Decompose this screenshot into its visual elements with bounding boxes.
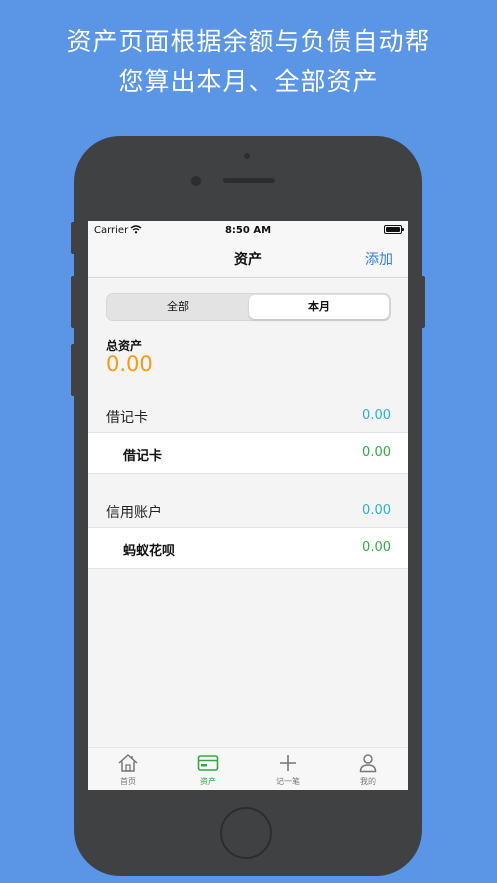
phone-front-camera [191,176,201,186]
tab-assets[interactable]: 资产 [168,748,248,790]
tab-profile[interactable]: 我的 [328,748,408,790]
account-row-debit-card[interactable]: 借记卡 0.00 [88,432,408,474]
tab-label: 记一笔 [276,777,300,786]
nav-bar: 资产 添加 [88,241,408,278]
segment-this-month[interactable]: 本月 [249,295,389,319]
status-bar: Carrier 8:50 AM [88,221,408,241]
section-title: 信用账户 [106,505,162,521]
tab-record[interactable]: 记一笔 [248,748,328,790]
status-time: 8:50 AM [224,225,272,236]
phone-sensor [244,153,250,159]
tab-label: 我的 [360,777,376,786]
period-segmented-control: 全部 本月 [106,293,391,321]
page-title: 资产 [234,252,262,268]
tab-label: 首页 [120,777,136,786]
phone-speaker [223,178,275,183]
promo-headline-line2: 您算出本月、全部资产 [118,67,379,96]
section-amount: 0.00 [362,408,391,423]
home-icon [118,754,138,772]
person-icon [359,754,377,773]
tab-home[interactable]: 首页 [88,748,168,790]
card-icon [197,755,219,771]
segment-all[interactable]: 全部 [108,295,248,319]
phone-home-button[interactable] [220,807,272,859]
account-name: 借记卡 [123,449,163,464]
add-button[interactable]: 添加 [365,249,393,269]
section-amount: 0.00 [362,503,391,518]
account-amount: 0.00 [362,445,391,460]
plus-icon [280,755,296,771]
section-title: 借记卡 [106,410,148,426]
tab-bar: 首页 资产 记一笔 我的 [88,747,408,790]
app-screen: Carrier 8:50 AM 资产 添加 全部 本月 总资产 0.00 借记卡… [88,221,408,790]
account-name: 蚂蚁花呗 [123,544,176,559]
account-amount: 0.00 [362,540,391,555]
battery-icon [384,225,404,234]
section-credit-account: 信用账户 0.00 [88,492,408,528]
tab-label: 资产 [200,777,216,786]
promo-headline-line1: 资产页面根据余额与负债自动帮 [66,27,431,56]
account-row-huabei[interactable]: 蚂蚁花呗 0.00 [88,527,408,569]
section-debit-card: 借记卡 0.00 [88,397,408,433]
total-assets-value: 0.00 [106,352,153,376]
